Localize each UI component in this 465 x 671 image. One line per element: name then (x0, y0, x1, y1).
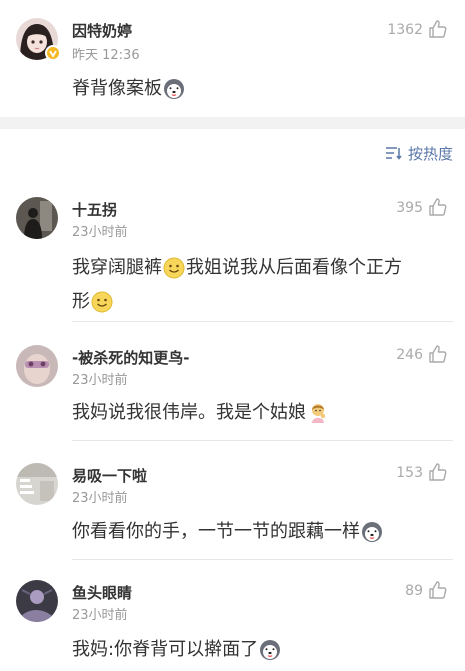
post-author[interactable]: 因特奶婷 (72, 20, 132, 41)
comment-author[interactable]: -被杀死的知更鸟- (72, 347, 189, 368)
comment-time: 23小时前 (72, 608, 128, 623)
comment-text-part: 我妈:你脊背可以擀面了 (72, 639, 259, 660)
post-time: 昨天 12:36 (72, 48, 140, 63)
husky-face-icon (163, 78, 185, 100)
comment-like-count: 89 (405, 583, 423, 599)
comment-text-part: 我妈说我很伟岸。我是个姑娘 (72, 402, 306, 423)
thumbs-up-icon[interactable] (428, 197, 448, 217)
comment-text-part: 我姐说我从后面看像个正方 (186, 257, 402, 278)
comment-time: 23小时前 (72, 225, 128, 240)
husky-face-icon (361, 521, 383, 543)
husky-face-icon (259, 639, 281, 661)
comment-like-count: 246 (396, 347, 423, 363)
avatar[interactable] (16, 345, 58, 387)
avatar[interactable] (16, 463, 58, 505)
smiley-face-icon (91, 291, 113, 313)
comment-text-part: 你看看你的手，一节一节的跟藕一样 (72, 521, 360, 542)
comment-separator (72, 559, 453, 560)
thumbs-up-icon[interactable] (428, 344, 448, 364)
comment-text: 你看看你的手，一节一节的跟藕一样 (72, 515, 384, 549)
thumbs-up-icon[interactable] (428, 19, 448, 39)
comment-text: 我妈:你脊背可以擀面了 (72, 633, 282, 667)
thumbs-up-icon[interactable] (428, 580, 448, 600)
girl-emoji-icon (307, 402, 329, 424)
thumbs-up-icon[interactable] (428, 462, 448, 482)
comment-text-part: 形 (72, 291, 90, 312)
comment-time: 23小时前 (72, 373, 128, 388)
post-text-content: 脊背像案板 (72, 78, 162, 99)
comment-text-part: 我穿阔腿裤 (72, 257, 162, 278)
post-text: 脊背像案板 (72, 72, 186, 106)
comment-separator (72, 440, 453, 441)
comment-text: 我穿阔腿裤 我姐说我从后面看像个正方 形 (72, 251, 452, 319)
sort-label: 按热度 (407, 144, 453, 163)
smiley-face-icon (163, 257, 185, 279)
sort-lines-icon (385, 147, 402, 160)
section-divider (0, 117, 465, 129)
post-like-count: 1362 (387, 22, 423, 38)
sort-by-hot-button[interactable]: 按热度 (385, 143, 453, 163)
comment-author[interactable]: 鱼头眼睛 (72, 582, 132, 603)
comment-like-count: 395 (396, 200, 423, 216)
comment-author[interactable]: 十五拐 (72, 199, 117, 220)
comment-author[interactable]: 易吸一下啦 (72, 465, 147, 486)
comment-like-count: 153 (396, 465, 423, 481)
comment-separator (72, 321, 453, 322)
avatar[interactable] (16, 580, 58, 622)
comment-time: 23小时前 (72, 491, 128, 506)
original-post: 因特奶婷 昨天 12:36 1362 脊背像案板 (0, 0, 465, 117)
avatar[interactable] (16, 197, 58, 239)
comment-text: 我妈说我很伟岸。我是个姑娘 (72, 396, 330, 430)
verified-badge-icon (45, 45, 61, 61)
